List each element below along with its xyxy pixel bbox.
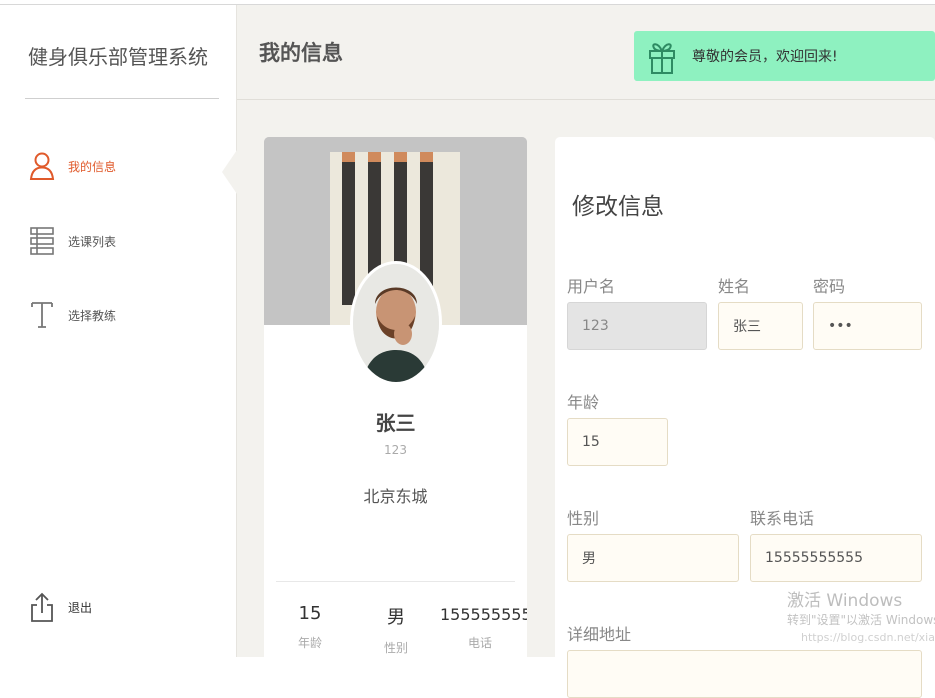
gift-icon <box>644 36 680 76</box>
phone-label: 联系电话 <box>750 509 815 528</box>
logout-button[interactable]: 退出 <box>28 591 92 623</box>
brand-divider <box>25 98 219 99</box>
active-indicator <box>222 150 237 194</box>
list-icon <box>28 225 56 257</box>
watermark-title: 激活 Windows <box>787 591 903 611</box>
header: 我的信息 尊敬的会员，欢迎回来! <box>237 5 935 100</box>
stat-value: 男 <box>387 607 405 628</box>
stat-gender: 男 性别 <box>368 603 424 656</box>
name-label: 姓名 <box>718 277 751 296</box>
welcome-banner: 尊敬的会员，欢迎回来! <box>634 31 935 81</box>
profile-divider <box>276 581 515 582</box>
app-title: 健身俱乐部管理系统 <box>28 45 208 69</box>
sidebar-item-label: 我的信息 <box>68 159 117 174</box>
user-icon <box>28 150 56 182</box>
name-field[interactable] <box>718 302 803 350</box>
profile-card: 张三 123 北京东城 15 年龄 男 性别 15555555555 电话 <box>264 137 527 667</box>
stat-label: 性别 <box>383 641 408 655</box>
sidebar: 健身俱乐部管理系统 我的信息 选课列表 选择教练 退出 <box>0 5 237 657</box>
watermark-url: https://blog.csdn.net/xiao23 <box>801 631 935 644</box>
profile-username: 123 <box>384 443 407 457</box>
logout-label: 退出 <box>68 600 93 615</box>
stat-label: 电话 <box>467 636 492 650</box>
username-field[interactable] <box>567 302 707 350</box>
address-label: 详细地址 <box>567 625 632 644</box>
stat-value: 15 <box>298 603 322 624</box>
profile-address: 北京东城 <box>363 487 428 506</box>
sidebar-item-label: 选课列表 <box>68 234 117 249</box>
age-field[interactable] <box>567 418 668 466</box>
phone-field[interactable] <box>750 534 922 582</box>
text-t-icon <box>28 299 56 331</box>
main-content: 我的信息 尊敬的会员，欢迎回来! 张三 123 北京东城 15 年龄 男 性别 … <box>237 5 935 698</box>
password-field[interactable] <box>813 302 922 350</box>
sidebar-item-label: 选择教练 <box>68 308 117 323</box>
age-label: 年龄 <box>567 393 600 412</box>
page-title: 我的信息 <box>259 41 343 65</box>
password-label: 密码 <box>813 277 846 296</box>
stat-age: 15 年龄 <box>282 603 338 651</box>
profile-name: 张三 <box>375 411 416 435</box>
logout-icon <box>28 591 56 623</box>
gender-label: 性别 <box>567 509 600 528</box>
stat-value: 15555555555 <box>440 605 527 624</box>
username-label: 用户名 <box>567 277 616 296</box>
welcome-text: 尊敬的会员，欢迎回来! <box>692 49 838 65</box>
stat-phone: 15555555555 电话 <box>440 603 527 651</box>
sidebar-item-choose-coach[interactable]: 选择教练 <box>28 299 116 331</box>
form-title: 修改信息 <box>572 194 664 220</box>
gender-field[interactable] <box>567 534 739 582</box>
avatar <box>350 261 442 385</box>
sidebar-item-course-list[interactable]: 选课列表 <box>28 225 116 257</box>
sidebar-item-my-info[interactable]: 我的信息 <box>28 150 116 182</box>
watermark-subtitle: 转到"设置"以激活 Windows。 <box>787 613 935 627</box>
stat-label: 年龄 <box>297 636 322 650</box>
